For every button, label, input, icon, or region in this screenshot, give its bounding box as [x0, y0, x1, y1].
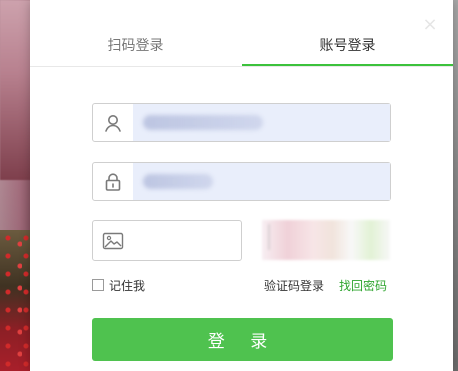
remember-label: 记住我	[109, 278, 146, 293]
login-tabs: 扫码登录 账号登录	[30, 28, 453, 67]
password-value[interactable]	[133, 163, 390, 200]
username-field[interactable]	[92, 103, 391, 142]
username-value[interactable]	[133, 104, 390, 141]
lock-icon	[93, 163, 133, 200]
login-button[interactable]: 登 录	[92, 318, 393, 361]
captcha-image[interactable]	[262, 220, 390, 260]
sms-login-link[interactable]: 验证码登录	[264, 277, 324, 294]
user-icon	[93, 104, 133, 141]
captcha-field[interactable]	[92, 220, 242, 261]
tab-qr-login[interactable]: 扫码登录	[30, 28, 241, 64]
remember-checkbox[interactable]	[92, 279, 104, 291]
recover-password-link[interactable]: 找回密码	[339, 277, 387, 294]
password-field[interactable]	[92, 162, 391, 201]
image-icon	[93, 221, 133, 260]
tab-account-login[interactable]: 账号登录	[242, 28, 453, 66]
login-dialog: × 扫码登录 账号登录 记住我 验证码登录 找回密码 登 录	[30, 0, 453, 371]
remember-me[interactable]: 记住我	[92, 276, 145, 294]
login-links: 验证码登录 找回密码	[264, 276, 387, 294]
